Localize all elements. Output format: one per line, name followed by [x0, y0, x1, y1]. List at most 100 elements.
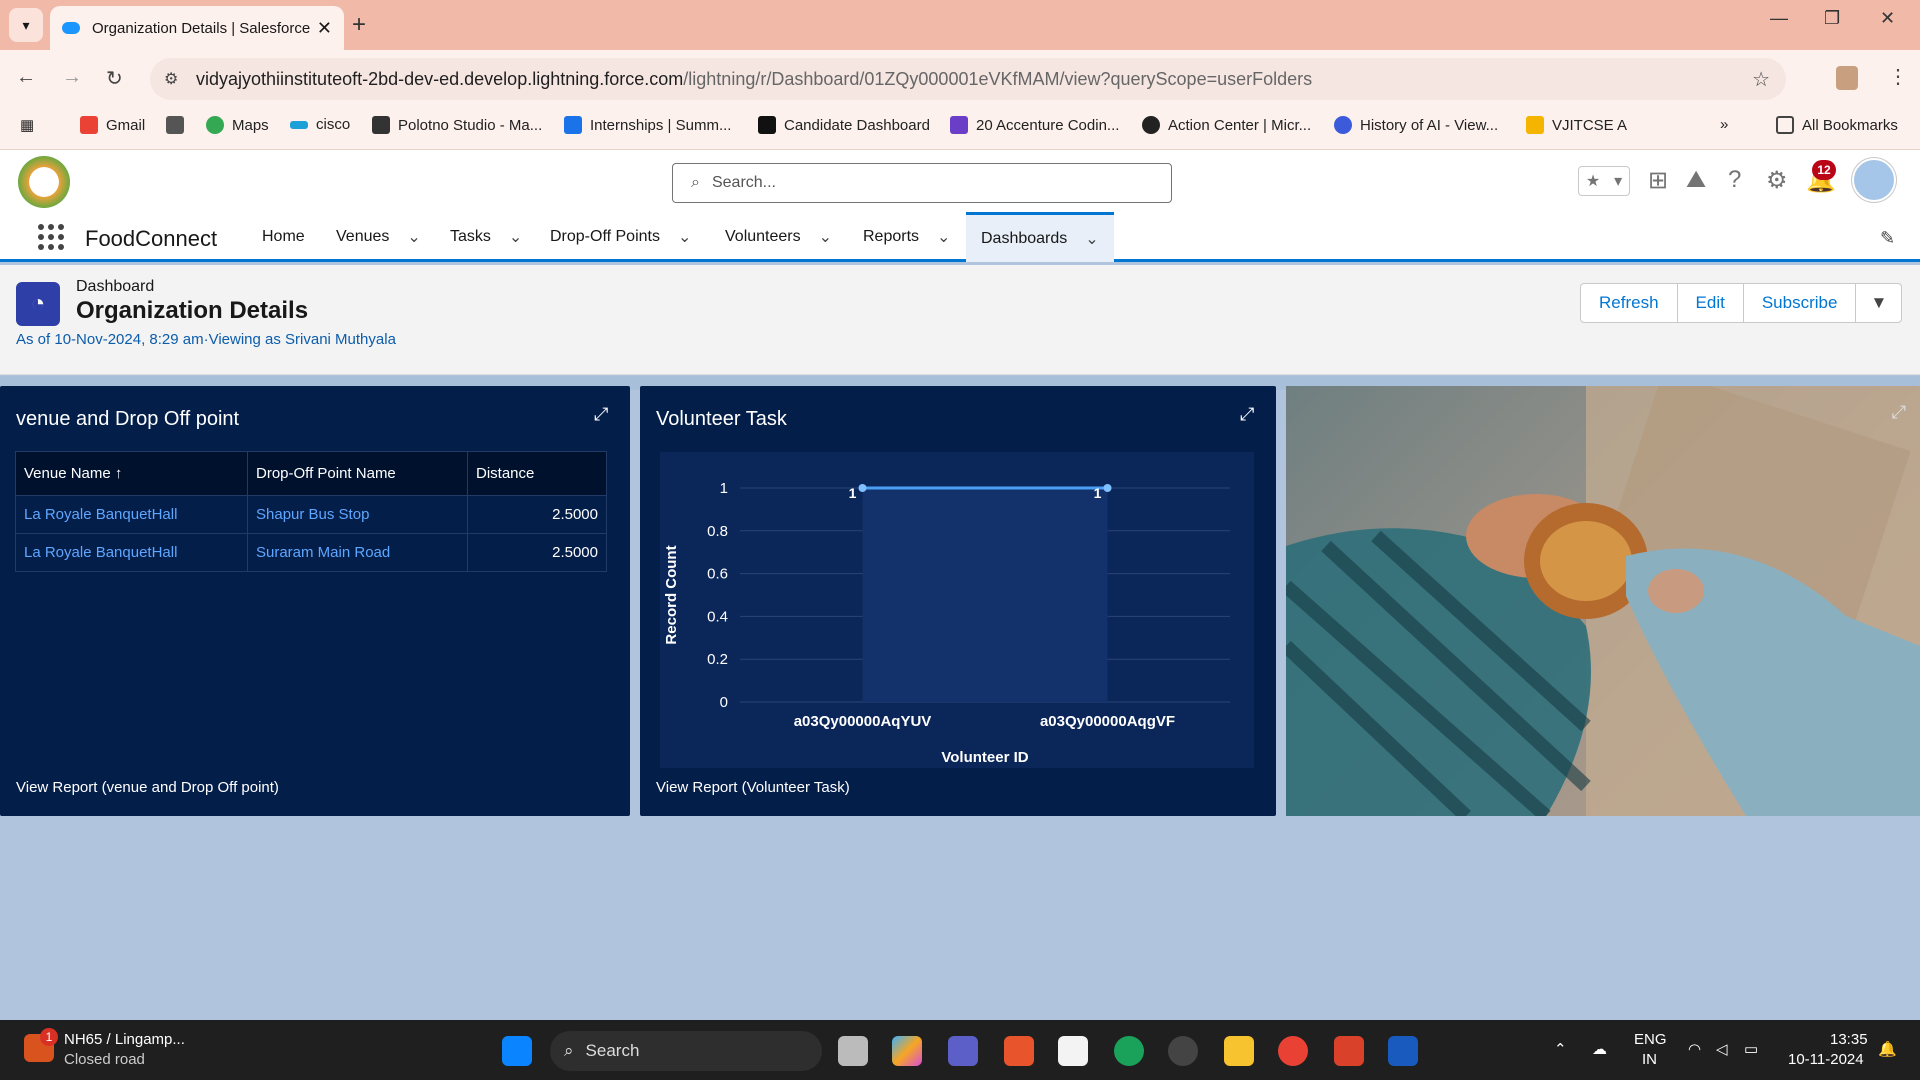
nav-item-drop-off-points[interactable]: Drop-Off Points ⌄: [550, 212, 691, 262]
setup-gear-icon[interactable]: ⚙: [1766, 166, 1788, 195]
battery-icon[interactable]: ▭: [1744, 1040, 1758, 1058]
chevron-down-icon[interactable]: ⌄: [937, 227, 950, 247]
chevron-down-icon: ▼: [1870, 293, 1888, 312]
windows-start-icon[interactable]: [502, 1036, 532, 1066]
foodconnect-logo[interactable]: [18, 156, 70, 208]
global-search-input[interactable]: ⌕ Search...: [672, 163, 1172, 203]
all-bookmarks[interactable]: All Bookmarks: [1776, 116, 1898, 134]
dell-icon[interactable]: [1168, 1036, 1198, 1066]
url-domain: vidyajyothiinstituteoft-2bd-dev-ed.devel…: [196, 68, 684, 89]
edge-icon[interactable]: [1114, 1036, 1144, 1066]
app-launcher-icon[interactable]: [38, 224, 64, 250]
view-report-link[interactable]: View Report (venue and Drop Off point): [16, 779, 279, 796]
bookmark-star-icon[interactable]: ☆: [1752, 67, 1770, 92]
nav-item-home[interactable]: Home: [262, 212, 305, 262]
traffic-badge: 1: [40, 1028, 58, 1046]
close-window-icon[interactable]: ✕: [1880, 8, 1895, 29]
file-explorer-icon[interactable]: [1224, 1036, 1254, 1066]
chevron-down-icon[interactable]: ⌄: [509, 227, 522, 247]
apps-grid-icon[interactable]: ▦: [20, 116, 34, 134]
venue-link[interactable]: La Royale BanquetHall: [15, 533, 248, 572]
nav-item-volunteers[interactable]: Volunteers ⌄: [725, 212, 832, 262]
candidate-icon: [758, 116, 776, 134]
expand-icon[interactable]: ⤢: [594, 404, 608, 425]
notification-bell-icon[interactable]: 🔔: [1878, 1040, 1897, 1058]
aha-icon[interactable]: [1004, 1036, 1034, 1066]
taskbar-search[interactable]: ⌕ Search: [550, 1031, 822, 1071]
chevron-down-icon[interactable]: ⌄: [678, 227, 691, 247]
bookmark-history-ai[interactable]: History of AI - View...: [1334, 116, 1498, 134]
nav-item-dashboards[interactable]: Dashboards ⌄: [966, 212, 1114, 262]
close-tab-icon[interactable]: ✕: [317, 18, 332, 39]
bookmark-candidate-dashboard[interactable]: Candidate Dashboard: [758, 116, 930, 134]
more-bookmarks-icon[interactable]: »: [1720, 116, 1728, 133]
trailhead-icon[interactable]: ⛰: [1686, 166, 1706, 194]
tab-search-button[interactable]: ▾: [9, 8, 43, 42]
nav-item-reports[interactable]: Reports ⌄: [863, 212, 950, 262]
chevron-down-icon[interactable]: ⌄: [819, 227, 832, 247]
y-tick-label: 0: [720, 694, 728, 711]
venue-link[interactable]: La Royale BanquetHall: [15, 495, 248, 534]
chrome-icon[interactable]: [1278, 1036, 1308, 1066]
store-icon[interactable]: [1058, 1036, 1088, 1066]
chevron-down-icon[interactable]: ⌄: [407, 227, 420, 247]
global-actions-icon[interactable]: ⊞: [1648, 166, 1668, 195]
subscribe-button[interactable]: Subscribe: [1744, 284, 1857, 322]
bookmark-polotno[interactable]: Polotno Studio - Ma...: [372, 116, 542, 134]
bookmark-internships[interactable]: Internships | Summ...: [564, 116, 731, 134]
traffic-title[interactable]: NH65 / Lingamp...: [64, 1031, 185, 1048]
site-info-icon[interactable]: ⚙: [164, 69, 178, 89]
back-icon[interactable]: ←: [16, 66, 36, 89]
expand-icon[interactable]: ⤢: [1240, 404, 1254, 425]
nav-item-tasks[interactable]: Tasks ⌄: [450, 212, 522, 262]
edit-button[interactable]: Edit: [1678, 284, 1744, 322]
browser-menu-icon[interactable]: ⋮: [1888, 64, 1908, 89]
column-header-venue-name[interactable]: Venue Name ↑: [15, 451, 248, 496]
browser-tab[interactable]: Organization Details | Salesforce ✕: [50, 6, 344, 50]
favorites-button[interactable]: ★ ▾: [1578, 166, 1630, 196]
new-tab-button[interactable]: +: [352, 11, 366, 39]
minimize-icon[interactable]: —: [1770, 8, 1788, 29]
forward-icon[interactable]: →: [62, 66, 82, 89]
clock-time[interactable]: 13:35: [1830, 1031, 1868, 1048]
help-icon[interactable]: ?: [1728, 166, 1741, 194]
bookmark-maps[interactable]: Maps: [206, 116, 269, 134]
tray-chevron-up-icon[interactable]: ⌃: [1554, 1040, 1567, 1058]
restore-icon[interactable]: ❐: [1824, 8, 1840, 29]
drop-off-link[interactable]: Suraram Main Road: [247, 533, 468, 572]
bookmark-gmail[interactable]: Gmail: [80, 116, 145, 134]
onedrive-icon[interactable]: ☁: [1592, 1040, 1607, 1058]
chevron-down-icon[interactable]: ⌄: [1085, 229, 1098, 249]
clock-date[interactable]: 10-11-2024: [1788, 1051, 1864, 1068]
nav-item-venues[interactable]: Venues ⌄: [336, 212, 421, 262]
bookmark-cisco[interactable]: cisco: [290, 116, 350, 133]
expand-icon[interactable]: ⤢: [1892, 402, 1906, 423]
chevron-down-icon: ▾: [1614, 173, 1623, 190]
y-tick-label: 0.8: [707, 523, 728, 540]
language-code[interactable]: ENG: [1634, 1031, 1667, 1048]
more-actions-button[interactable]: ▼: [1856, 284, 1901, 322]
bookmark-extension[interactable]: [166, 116, 192, 134]
teams-icon[interactable]: [948, 1036, 978, 1066]
y-tick-label: 0.2: [707, 651, 728, 668]
wps-icon[interactable]: [1334, 1036, 1364, 1066]
task-view-icon[interactable]: [838, 1036, 868, 1066]
column-header-distance[interactable]: Distance: [467, 451, 607, 496]
bookmark-action-center[interactable]: Action Center | Micr...: [1142, 116, 1311, 134]
extension-icon[interactable]: [1836, 66, 1858, 90]
avatar[interactable]: [1852, 158, 1896, 202]
drop-off-link[interactable]: Shapur Bus Stop: [247, 495, 468, 534]
url-bar[interactable]: ⚙ vidyajyothiinstituteoft-2bd-dev-ed.dev…: [150, 58, 1786, 100]
distance-value: 2.5000: [467, 533, 607, 572]
reload-icon[interactable]: ↻: [106, 66, 123, 91]
bookmark-vjitcse[interactable]: VJITCSE A: [1526, 116, 1627, 134]
view-report-link[interactable]: View Report (Volunteer Task): [656, 779, 850, 796]
refresh-button[interactable]: Refresh: [1581, 284, 1678, 322]
wifi-icon[interactable]: ◠: [1688, 1040, 1701, 1058]
edit-nav-pencil-icon[interactable]: ✎: [1880, 228, 1895, 249]
volume-icon[interactable]: ◁: [1716, 1040, 1728, 1058]
copilot-icon[interactable]: [892, 1036, 922, 1066]
bookmark-accenture[interactable]: 20 Accenture Codin...: [950, 116, 1119, 134]
word-icon[interactable]: [1388, 1036, 1418, 1066]
column-header-drop-off-point[interactable]: Drop-Off Point Name: [247, 451, 468, 496]
